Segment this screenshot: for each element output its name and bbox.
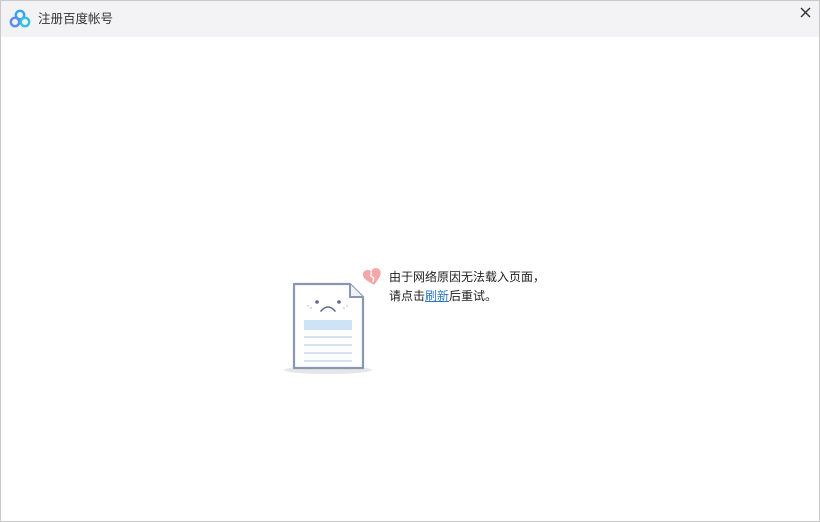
dialog-window: 注册百度帐号 由于网络原因无法载入页面， 请点击刷新后重试。 <box>0 0 820 522</box>
sad-document-icon <box>283 267 385 377</box>
error-line-1: 由于网络原因无法载入页面， <box>389 270 546 284</box>
close-icon[interactable] <box>795 2 817 24</box>
page-content: 由于网络原因无法载入页面， 请点击刷新后重试。 <box>1 37 819 521</box>
error-message: 由于网络原因无法载入页面， 请点击刷新后重试。 <box>389 268 545 306</box>
baidu-cloud-logo-icon <box>9 9 31 29</box>
refresh-link[interactable]: 刷新 <box>425 289 449 303</box>
error-line-2-suffix: 后重试。 <box>449 289 498 303</box>
title-bar[interactable]: 注册百度帐号 <box>1 1 819 37</box>
error-line-2: 请点击刷新后重试。 <box>389 287 545 306</box>
window-title: 注册百度帐号 <box>38 11 114 26</box>
error-line-2-prefix: 请点击 <box>389 289 426 303</box>
